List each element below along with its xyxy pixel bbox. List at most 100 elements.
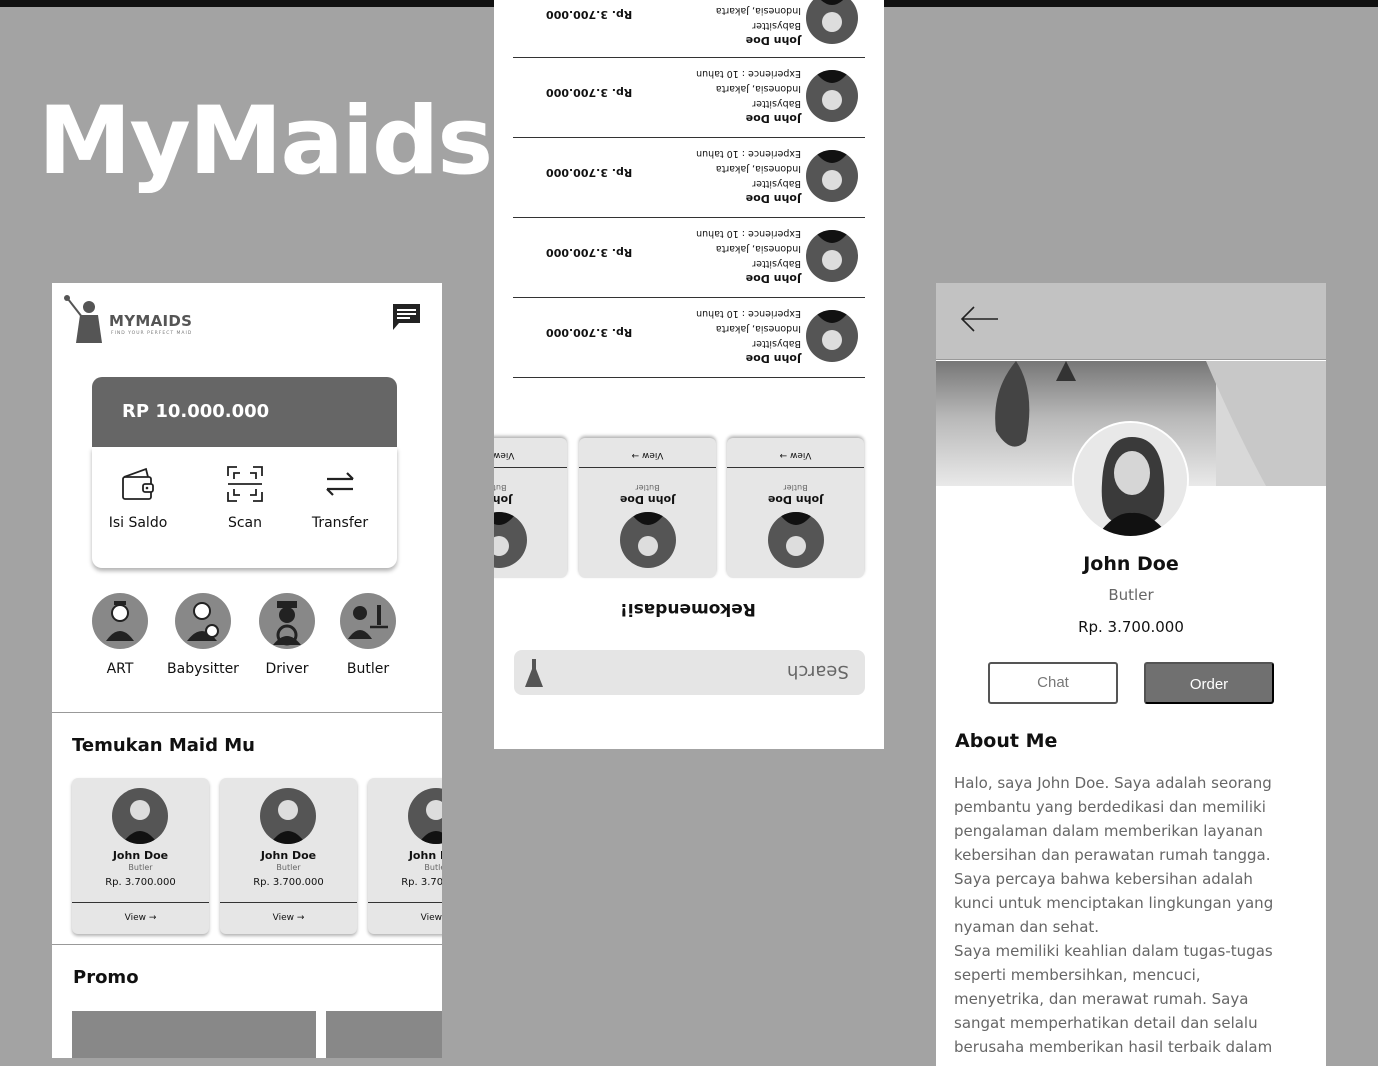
card-divider [494,467,567,468]
maid-card[interactable]: John Doe Butler Rp. 3.700.000 View → [220,778,357,934]
maid-role: Butler [783,483,808,492]
row-divider [513,377,865,378]
maid-price: Rp. 3.700.000 [401,877,442,888]
find-maid-title: Temukan Maid Mu [72,735,255,756]
maid-role: Babysitter [752,20,801,31]
maid-list-row[interactable]: John Doe Babysitter Indonesia, Jakarta E… [494,138,884,218]
about-title: About Me [955,730,1058,752]
maid-avatar [260,788,316,844]
maid-info: John Doe Babysitter Indonesia, Jakarta [661,0,801,48]
maid-name: John [494,493,513,506]
recommendation-card[interactable]: John Doe Butler View → [727,438,864,578]
category-driver[interactable]: Driver [247,593,327,677]
chat-icon[interactable] [392,303,421,331]
maid-role: Butl [494,483,507,492]
profile-role: Butler [1108,586,1154,604]
category-babysitter[interactable]: Babysitter [163,593,243,677]
arrow-right-icon: → [631,450,640,460]
babysitter-icon [175,593,231,649]
view-label: View [494,450,515,460]
maid-role: Butler [635,483,660,492]
home-header: MYMAIDS FIND YOUR PERFECT MAID [52,283,442,353]
category-butler-label: Butler [346,661,390,677]
promo-banner[interactable] [326,1011,442,1058]
butler-icon [340,593,396,649]
maid-role: Babysitter [752,338,801,349]
maid-list-row[interactable]: John Doe Babysitter Indonesia, Jakarta E… [494,298,884,378]
maid-price: Rp. 3.700.000 [546,8,633,21]
category-art[interactable]: ART [80,593,160,677]
maid-location: Indonesia, Jakarta [715,243,801,254]
scan-label: Scan [227,515,263,531]
app-title: MyMaids [38,87,493,196]
category-art-label: ART [106,661,134,677]
recommendation-card[interactable]: John Doe Butler View → [579,438,716,578]
about-line: Saya memiliki keahlian dalam tugas-tugas [954,942,1273,960]
maid-card[interactable]: John Doe Butler Rp. 3.700.000 View → [72,778,209,934]
maid-list-row[interactable]: John Doe Babysitter Indonesia, Jakarta E… [494,218,884,298]
arrow-right-icon: → [779,450,788,460]
maid-list-row[interactable]: John Doe Babysitter Indonesia, Jakarta R… [494,0,884,60]
logo-tagline: FIND YOUR PERFECT MAID [111,331,193,336]
maid-role: Butler [128,863,153,872]
maid-list-row[interactable]: John Doe Babysitter Indonesia, Jakarta E… [494,58,884,138]
view-link[interactable]: View → [368,913,442,923]
logo-text: MYMAIDS [109,312,193,330]
maid-location: Indonesia, Jakarta [715,83,801,94]
transfer-icon [326,472,354,496]
maid-price: Rp. 3.700.000 [546,246,633,259]
about-line: Halo, saya John Doe. Saya adalah seorang [954,774,1272,792]
chat-button[interactable]: Chat [988,662,1118,704]
driver-icon [259,593,315,649]
scan-button[interactable]: Scan [195,465,295,531]
card-content: John Doe Butler View → [727,438,864,578]
about-line: nyaman dan sehat. [954,918,1100,936]
about-line: seperti membersihkan, mencuci, [954,966,1201,984]
maid-card[interactable]: John Doe Butler Rp. 3.700.000 View → [368,778,442,934]
promo-banner[interactable] [72,1011,316,1058]
about-line: sangat memperhatikan detail dan selalu [954,1014,1258,1032]
about-line: menyetrika, dan merawat rumah. Saya [954,990,1249,1008]
category-butler[interactable]: Butler [328,593,408,677]
about-line: Saya percaya bahwa kebersihan adalah [954,870,1253,888]
maid-avatar [408,788,442,844]
view-label: View [642,450,664,460]
maid-price: Rp. 3.700.000 [546,166,633,179]
home-screen: MYMAIDS FIND YOUR PERFECT MAID RP 10.000… [52,283,442,1058]
maid-avatar [112,788,168,844]
maid-price: Rp. 3.700.000 [253,877,324,888]
about-line: kunci untuk menciptakan lingkungan yang [954,894,1274,912]
view-link[interactable]: View → [579,450,716,460]
maid-experience: Experience : 10 tahun [696,68,801,79]
maid-name: John Doe [745,192,801,205]
maid-role: Butler [276,863,301,872]
maid-price: Rp. 3.700.000 [546,86,633,99]
isi-saldo-button[interactable]: Isi Saldo [88,465,188,531]
view-link[interactable]: View → [72,913,209,923]
maid-avatar [806,150,858,202]
maid-location: Indonesia, Jakarta [715,323,801,334]
about-line: kebersihan dan perawatan rumah tangga. [954,846,1271,864]
maid-avatar [806,230,858,282]
back-arrow-icon[interactable] [960,305,1000,333]
view-link[interactable]: View → [494,450,567,460]
transfer-label: Transfer [311,515,369,531]
view-link[interactable]: View → [727,450,864,460]
view-link[interactable]: View → [220,913,357,923]
maid-price: Rp. 3.700.000 [546,326,633,339]
isi-saldo-label: Isi Saldo [108,515,168,531]
balance-card: RP 10.000.000 [92,377,397,447]
recommendation-title: Rekomendasi! [620,599,756,619]
profile-name: John Doe [1083,553,1179,575]
maid-role: Babysitter [752,258,801,269]
transfer-button[interactable]: Transfer [290,465,390,531]
card-content: John Butl View → [494,438,567,578]
profile-avatar [1072,421,1189,538]
maid-location: Indonesia, Jakarta [715,5,801,16]
maid-role: Babysitter [752,178,801,189]
order-button[interactable]: Order [1144,662,1274,704]
arrow-right-icon: → [148,913,157,923]
search-input[interactable]: Search [514,650,865,695]
recommendation-card[interactable]: John Butl View → [494,438,567,578]
profile-price: Rp. 3.700.000 [1078,618,1184,636]
